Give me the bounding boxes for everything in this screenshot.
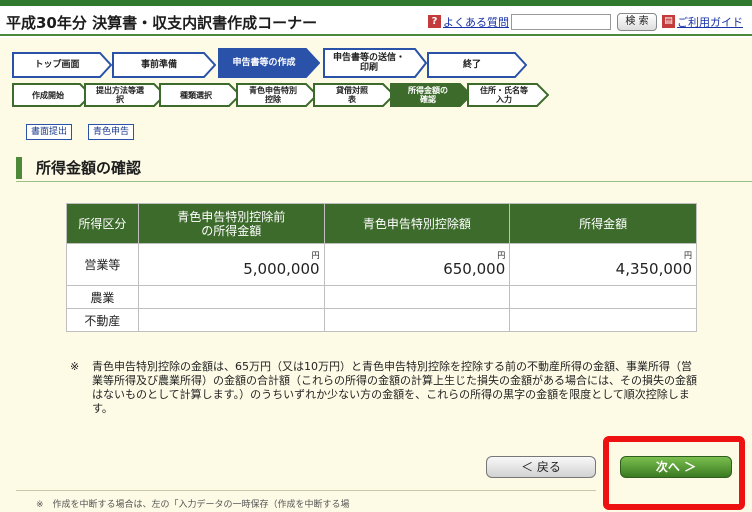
page-title: 所得金額の確認 bbox=[16, 157, 141, 179]
header-category: 所得区分 bbox=[66, 203, 139, 244]
row-label: 農業 bbox=[66, 285, 139, 309]
table-row: 不動産 bbox=[66, 308, 697, 332]
step-label: トップ画面 bbox=[34, 60, 80, 70]
substep-income-confirm[interactable]: 所得金額の確認 bbox=[390, 83, 472, 107]
income-table: 所得区分 青色申告特別控除前の所得金額 青色申告特別控除額 所得金額 営業等 円… bbox=[66, 203, 697, 332]
row-label: 営業等 bbox=[66, 243, 139, 286]
substep-label: 貸借対照表 bbox=[336, 86, 368, 104]
cell-deduction bbox=[323, 285, 511, 309]
substep-type[interactable]: 種類選択 bbox=[159, 83, 241, 107]
guide-link[interactable]: ご利用ガイド bbox=[677, 14, 743, 30]
cell-deduction bbox=[323, 308, 511, 332]
substep-label: 種類選択 bbox=[180, 90, 212, 100]
value: 5,000,000 bbox=[243, 260, 320, 278]
substep-start[interactable]: 作成開始 bbox=[12, 83, 92, 107]
faq-link[interactable]: よくある質問 bbox=[443, 14, 509, 30]
step-label: 終了 bbox=[462, 60, 481, 70]
header: 平成30年分 決算書・収支内訳書作成コーナー ? よくある質問 検 索 ▤ ご利… bbox=[0, 6, 752, 36]
step-label: 申告書等の送信・印刷 bbox=[332, 53, 405, 73]
unit-label: 円 bbox=[684, 251, 692, 260]
substep-balance-sheet[interactable]: 貸借対照表 bbox=[313, 83, 395, 107]
substep-label: 作成開始 bbox=[32, 90, 64, 100]
unit-label: 円 bbox=[311, 251, 320, 260]
step-send[interactable]: 申告書等の送信・印刷 bbox=[323, 48, 427, 78]
substep-label: 青色申告特別控除 bbox=[249, 86, 297, 104]
footer-note: ※ 作成を中断する場合は、左の「入力データの一時保存（作成を中断する場 bbox=[36, 500, 350, 510]
step-prep[interactable]: 事前準備 bbox=[112, 52, 216, 78]
row-label: 不動産 bbox=[66, 308, 139, 332]
substep-label: 住所・氏名等入力 bbox=[480, 86, 528, 104]
search-button[interactable]: 検 索 bbox=[617, 13, 657, 31]
header-income: 所得金額 bbox=[509, 203, 697, 244]
cell-before bbox=[137, 285, 325, 309]
deduction-note: 青色申告特別控除の金額は、65万円（又は10万円）と青色申告特別控除を控除する前… bbox=[92, 360, 697, 415]
table-row: 営業等 円 5,000,000 円 650,000 円 4,350,000 bbox=[66, 243, 697, 286]
substep-address[interactable]: 住所・氏名等入力 bbox=[467, 83, 549, 107]
chip-paper-submit: 書面提出 bbox=[26, 124, 73, 140]
question-icon[interactable]: ? bbox=[428, 15, 441, 28]
highlight-box bbox=[603, 436, 745, 510]
substep-blue-deduction[interactable]: 青色申告特別控除 bbox=[236, 83, 318, 107]
chip-blue-return: 青色申告 bbox=[88, 124, 135, 140]
step-create[interactable]: 申告書等の作成 bbox=[218, 48, 320, 78]
title-divider bbox=[16, 181, 752, 182]
substep-method[interactable]: 提出方法等選択 bbox=[84, 83, 166, 107]
guide-icon[interactable]: ▤ bbox=[662, 15, 675, 28]
cell-income: 円 4,350,000 bbox=[509, 243, 697, 286]
table-header-row: 所得区分 青色申告特別控除前の所得金額 青色申告特別控除額 所得金額 bbox=[66, 203, 697, 244]
cell-income bbox=[509, 308, 697, 332]
value: 650,000 bbox=[443, 260, 506, 278]
note-mark: ※ bbox=[70, 360, 80, 373]
cell-before: 円 5,000,000 bbox=[137, 243, 325, 286]
header-before-deduction: 青色申告特別控除前の所得金額 bbox=[137, 203, 325, 244]
step-label: 申告書等の作成 bbox=[232, 58, 296, 68]
cell-before bbox=[137, 308, 325, 332]
substep-label: 提出方法等選択 bbox=[96, 86, 144, 104]
step-top[interactable]: トップ画面 bbox=[12, 52, 112, 78]
footer-divider bbox=[16, 490, 596, 491]
table-row: 農業 bbox=[66, 285, 697, 309]
cell-income bbox=[509, 285, 697, 309]
search-input[interactable] bbox=[511, 14, 611, 30]
header-deduction: 青色申告特別控除額 bbox=[323, 203, 511, 244]
back-button[interactable]: ＜ 戻る bbox=[486, 456, 596, 478]
value: 4,350,000 bbox=[615, 260, 692, 278]
step-label: 事前準備 bbox=[140, 60, 177, 70]
step-end[interactable]: 終了 bbox=[427, 52, 527, 78]
cell-deduction: 円 650,000 bbox=[323, 243, 511, 286]
app-title: 平成30年分 決算書・収支内訳書作成コーナー bbox=[6, 14, 318, 32]
unit-label: 円 bbox=[497, 251, 506, 260]
substep-label: 所得金額の確認 bbox=[408, 86, 448, 104]
